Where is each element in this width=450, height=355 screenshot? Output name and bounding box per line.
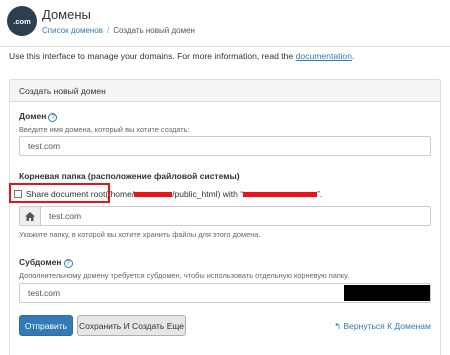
submit-button[interactable]: Отправить [19,315,73,336]
documentation-link[interactable]: documentation [296,51,352,61]
domain-label-text: Домен [19,111,47,121]
redacted-domain [243,191,318,197]
home-icon [25,211,35,221]
breadcrumb: Список доменов / Создать новый домен [42,26,195,35]
back-to-domains-label: Вернуться К Доменам [343,321,431,331]
domain-input-value: test.com [28,141,61,151]
redacted-subdomain-suffix [344,285,430,301]
highlight-annotation-box [9,183,110,203]
docroot-path-end: ”. [317,189,323,199]
logo-text: .com [13,16,31,26]
docroot-input-value: test.com [49,211,82,221]
save-and-create-button[interactable]: Сохранить И Создать Еще [77,315,186,336]
subdomain-hint: Дополнительному домену требуется субдоме… [19,271,350,280]
domains-logo-icon: .com [7,6,37,36]
redacted-username [134,191,173,197]
subdomain-label-text: Субдомен [19,257,62,267]
breadcrumb-current: Создать новый домен [113,26,195,35]
subdomain-input-value: test.com [28,288,61,298]
home-addon [19,206,40,226]
intro-text: Use this interface to manage your domain… [9,51,354,61]
domain-help-icon[interactable]: ? [48,113,58,122]
domain-label: Домен? [19,111,58,122]
docroot-input[interactable]: test.com [40,206,431,226]
domain-hint: Введите имя домена, который вы хотите со… [19,125,190,134]
panel-heading: Создать новый домен [10,80,440,102]
subdomain-help-icon[interactable]: ? [63,259,73,268]
docroot-label: Корневая папка (расположение файловой си… [19,171,240,181]
breadcrumb-domains-list[interactable]: Список доменов [42,26,103,35]
intro-end: . [352,51,355,61]
back-arrow-icon: ↰ [334,321,342,331]
header-divider [0,46,450,47]
intro-sentence: Use this interface to manage your domain… [9,51,296,61]
docroot-hint: Укажите папку, в которой вы хотите храни… [19,230,261,239]
page-title: Домены [42,7,91,22]
subdomain-label: Субдомен? [19,257,73,268]
domain-input[interactable]: test.com [19,136,431,156]
breadcrumb-separator: / [107,26,110,35]
page-header: .com Домены Список доменов / Создать новый… [0,0,450,46]
back-to-domains-link[interactable]: ↰ Вернуться К Доменам [334,321,431,332]
docroot-path-mid: /public_html) with “ [172,189,244,199]
